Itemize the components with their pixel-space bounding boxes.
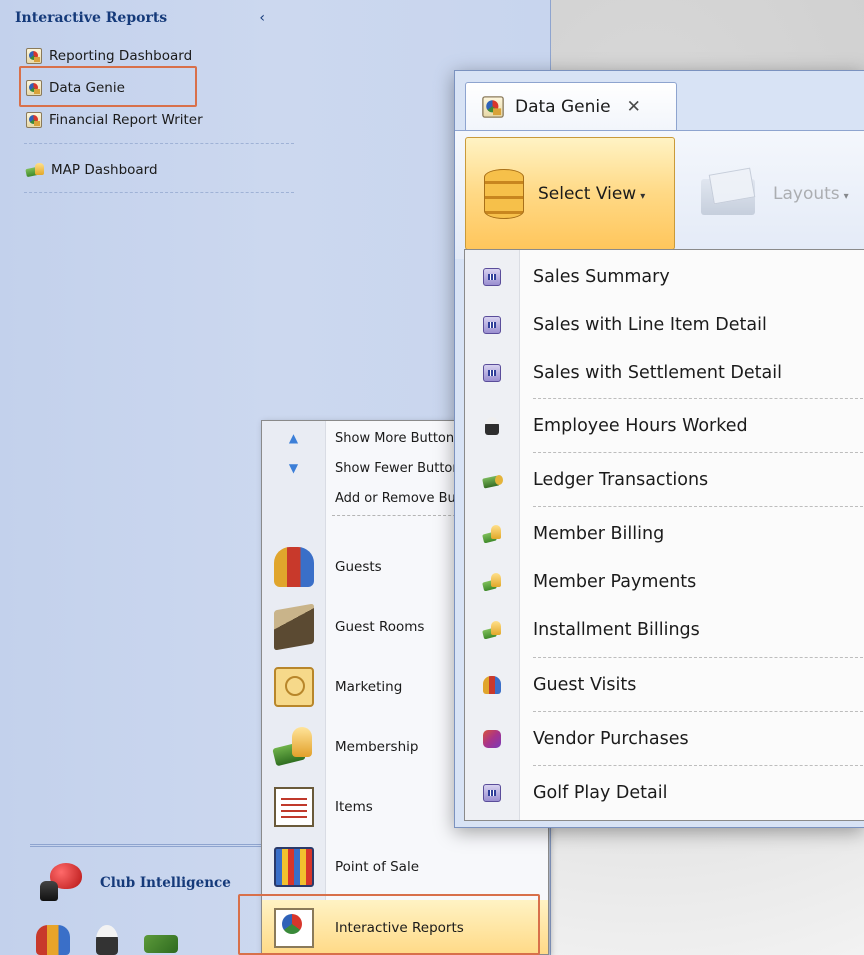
view-guest-visits[interactable]: Guest Visits [465, 662, 864, 708]
view-label: Installment Billings [533, 620, 700, 640]
menu-item-point-of-sale[interactable]: Point of Sale [262, 837, 548, 897]
select-view-label: Select View [538, 183, 637, 204]
guests-icon[interactable] [36, 925, 70, 955]
select-view-button[interactable]: Select View ▾ [465, 137, 675, 250]
divider [24, 143, 294, 144]
view-label: Sales Summary [533, 267, 670, 287]
link-label: MAP Dashboard [51, 162, 158, 178]
ledger-icon [483, 471, 503, 489]
view-sales-line-item-detail[interactable]: Sales with Line Item Detail [465, 302, 864, 348]
link-label: Reporting Dashboard [49, 48, 193, 64]
ribbon-toolbar: Select View ▾ Layouts ▾ [455, 130, 864, 259]
menu-divider [533, 765, 863, 766]
data-genie-highlight-box [19, 66, 197, 107]
menu-divider [533, 711, 863, 712]
map-dashboard-icon [26, 163, 44, 177]
sales-icon [483, 364, 501, 382]
member-icon [483, 525, 501, 543]
view-ledger-transactions[interactable]: Ledger Transactions [465, 457, 864, 503]
link-map-dashboard[interactable]: MAP Dashboard [26, 158, 158, 182]
report-icon [26, 112, 42, 128]
member-icon [483, 573, 501, 591]
tab-data-genie[interactable]: Data Genie ✕ [465, 82, 677, 130]
view-golf-play-detail[interactable]: Golf Play Detail [465, 770, 864, 816]
view-member-billing[interactable]: Member Billing [465, 511, 864, 557]
view-label: Guest Visits [533, 675, 637, 695]
menu-divider [533, 506, 863, 507]
database-icon [484, 168, 524, 219]
guests-icon [273, 547, 314, 587]
member-icon [483, 621, 501, 639]
view-label: Member Billing [533, 524, 665, 544]
chevron-down-icon: ▾ [843, 190, 849, 202]
vendor-icon [483, 730, 501, 748]
view-employee-hours-worked[interactable]: Employee Hours Worked [465, 403, 864, 449]
close-icon[interactable]: ✕ [627, 97, 641, 117]
layouts-button[interactable]: Layouts ▾ [701, 137, 864, 250]
menu-item-label: Guests [335, 559, 382, 575]
link-reporting-dashboard[interactable]: Reporting Dashboard [26, 44, 192, 68]
folder-open-icon [701, 171, 761, 217]
view-sales-summary[interactable]: Sales Summary [465, 254, 864, 300]
view-label: Golf Play Detail [533, 783, 668, 803]
menu-item-label: Guest Rooms [335, 619, 425, 635]
sales-icon [483, 316, 501, 334]
arrow-up-icon: ▲ [288, 431, 299, 445]
interactive-reports-title: Interactive Reports [15, 10, 168, 26]
view-member-payments[interactable]: Member Payments [465, 559, 864, 605]
select-view-dropdown: Sales Summary Sales with Line Item Detai… [464, 249, 864, 821]
pane-splitter[interactable] [30, 844, 270, 847]
report-icon [482, 95, 504, 118]
menu-item-label: Marketing [335, 679, 403, 695]
menu-item-label: Membership [335, 739, 419, 755]
divider [24, 192, 294, 193]
interactive-reports-header[interactable]: Interactive Reports ‹ [15, 6, 285, 30]
menu-divider [533, 398, 863, 399]
link-label: Financial Report Writer [49, 112, 203, 128]
club-intelligence-button[interactable]: Club Intelligence [40, 862, 231, 904]
guests-icon [483, 676, 501, 694]
view-label: Sales with Line Item Detail [533, 315, 767, 335]
view-label: Employee Hours Worked [533, 416, 748, 436]
menu-item-label: Point of Sale [335, 859, 420, 875]
menu-item-label: Show Fewer Buttons [335, 460, 468, 476]
overflow-button-strip [36, 925, 178, 955]
tab-label: Data Genie [515, 96, 611, 117]
chevron-left-icon[interactable]: ‹ [259, 10, 285, 26]
marketing-icon [273, 667, 314, 707]
arrow-down-icon: ▼ [288, 461, 299, 475]
sales-icon [483, 268, 501, 286]
ledger-icon[interactable] [144, 935, 178, 953]
data-genie-window: Data Genie ✕ Select View ▾ Layouts ▾ Sales… [454, 70, 864, 828]
view-vendor-purchases[interactable]: Vendor Purchases [465, 716, 864, 762]
guest-rooms-icon [273, 603, 314, 651]
membership-icon [274, 727, 314, 767]
menu-divider [533, 657, 863, 658]
chevron-down-icon: ▾ [640, 190, 646, 202]
point-of-sale-icon [273, 847, 314, 887]
view-label: Ledger Transactions [533, 470, 709, 490]
layouts-label: Layouts [773, 183, 840, 204]
interactive-reports-highlight-box [238, 894, 540, 955]
view-label: Member Payments [533, 572, 697, 592]
menu-divider [533, 452, 863, 453]
view-installment-billings[interactable]: Installment Billings [465, 607, 864, 653]
employee-icon [485, 417, 499, 435]
view-label: Sales with Settlement Detail [533, 363, 782, 383]
report-icon [26, 48, 42, 64]
employee-icon[interactable] [96, 925, 118, 955]
menu-item-label: Items [335, 799, 373, 815]
items-icon [273, 787, 314, 827]
view-label: Vendor Purchases [533, 729, 689, 749]
club-intelligence-label: Club Intelligence [100, 875, 231, 891]
golf-icon [483, 784, 501, 802]
link-financial-report-writer[interactable]: Financial Report Writer [26, 108, 203, 132]
club-intelligence-icon [40, 863, 84, 903]
menu-item-label: Show More Buttons [335, 430, 461, 446]
view-sales-settlement-detail[interactable]: Sales with Settlement Detail [465, 350, 864, 396]
